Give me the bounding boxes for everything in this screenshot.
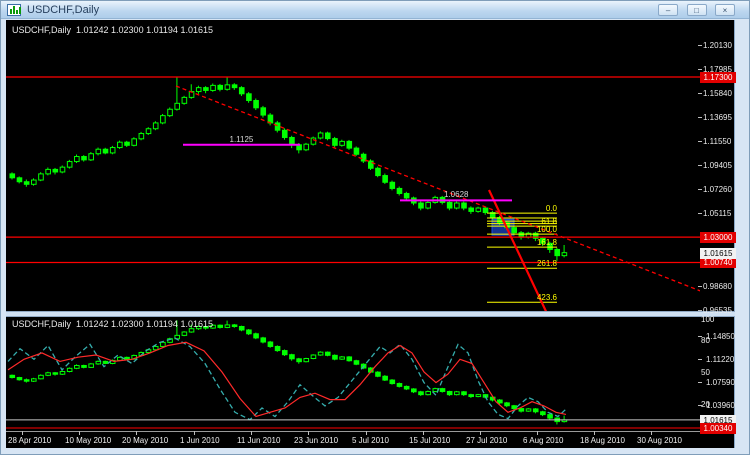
price-axis-tick <box>698 45 702 46</box>
oscillator-level-label: 100 <box>701 315 714 324</box>
chart-window: USDCHF,Daily – □ × USDCHF,Daily 1.01242 … <box>0 0 750 455</box>
sub-price-axis-label: 1.07590 <box>706 378 735 387</box>
date-axis-label: 6 Aug 2010 <box>523 436 563 445</box>
price-axis-tick <box>698 213 702 214</box>
price-axis-tick <box>698 93 702 94</box>
date-axis-label: 20 May 2010 <box>122 436 168 445</box>
price-axis-label: 1.09405 <box>703 161 732 170</box>
fib-level-label: 161.8 <box>513 238 557 247</box>
date-axis-label: 23 Jun 2010 <box>294 436 338 445</box>
chart-drawing <box>0 0 750 455</box>
date-axis-label: 18 Aug 2010 <box>580 436 625 445</box>
main-chart-ohlc-header: USDCHF,Daily 1.01242 1.02300 1.01194 1.0… <box>12 25 213 35</box>
date-axis-label: 30 Aug 2010 <box>637 436 682 445</box>
price-axis-tick <box>698 141 702 142</box>
date-axis-tick <box>22 431 23 435</box>
date-axis-label: 27 Jul 2010 <box>466 436 507 445</box>
sub-price-axis-tick <box>698 359 702 360</box>
price-axis-label: 0.96535 <box>703 306 732 315</box>
date-axis-label: 28 Apr 2010 <box>8 436 51 445</box>
sub-hline-price-label: 1.00340 <box>700 423 736 434</box>
date-axis-tick <box>651 431 652 435</box>
price-axis-label: 1.11550 <box>703 137 731 146</box>
date-axis-tick <box>251 431 252 435</box>
sub-price-axis-label: 1.14850 <box>706 332 735 341</box>
date-axis-tick <box>194 431 195 435</box>
oscillator-level-label: 80 <box>701 336 710 345</box>
sub-price-axis-label: 1.03960 <box>706 401 735 410</box>
price-axis-label: 1.13695 <box>703 113 732 122</box>
date-axis-label: 10 May 2010 <box>65 436 111 445</box>
price-axis-tick <box>698 69 702 70</box>
date-axis-border <box>6 431 735 432</box>
date-axis-tick <box>366 431 367 435</box>
hline-price-label: 1.00740 <box>700 257 736 268</box>
sub-chart-ohlc-header: USDCHF,Daily 1.01242 1.02300 1.01194 1.0… <box>12 319 213 329</box>
hline-price-label: 1.03000 <box>700 232 736 243</box>
price-axis-tick <box>698 117 702 118</box>
fib-level-label: 100.0 <box>513 225 557 234</box>
date-axis-label: 5 Jul 2010 <box>352 436 389 445</box>
trendline-price-label: 1.1125 <box>230 135 254 144</box>
price-axis-tick <box>698 310 702 311</box>
price-axis-tick <box>698 189 702 190</box>
date-axis-tick <box>136 431 137 435</box>
date-axis-tick <box>79 431 80 435</box>
date-axis-tick <box>594 431 595 435</box>
price-axis-tick <box>698 286 702 287</box>
oscillator-level-label: 20 <box>701 400 710 409</box>
price-axis-label: 1.15840 <box>703 89 732 98</box>
date-axis-tick <box>537 431 538 435</box>
sub-price-axis-label: 1.11220 <box>706 355 734 364</box>
sub-price-axis-tick <box>698 382 702 383</box>
price-axis-label: 1.07260 <box>703 185 732 194</box>
price-axis-tick <box>698 165 702 166</box>
trendline-price-label: 1.0628 <box>444 190 468 199</box>
bid-price-label: 1.01615 <box>700 248 736 259</box>
panel-separator[interactable] <box>6 311 735 317</box>
fib-level-label: 0.0 <box>513 204 557 213</box>
hline-price-label: 1.17300 <box>700 72 736 83</box>
date-axis-label: 15 Jul 2010 <box>409 436 450 445</box>
price-axis-label: 0.98680 <box>703 282 732 291</box>
price-axis-label: 1.20130 <box>703 41 732 50</box>
oscillator-level-label: 50 <box>701 368 710 377</box>
date-axis-tick <box>423 431 424 435</box>
date-axis-label: 11 Jun 2010 <box>237 436 280 445</box>
date-axis-tick <box>480 431 481 435</box>
fib-level-label: 261.8 <box>513 259 557 268</box>
fib-level-label: 423.6 <box>513 293 557 302</box>
price-axis-label: 1.05115 <box>703 209 731 218</box>
date-axis-tick <box>308 431 309 435</box>
date-axis-label: 1 Jun 2010 <box>180 436 220 445</box>
